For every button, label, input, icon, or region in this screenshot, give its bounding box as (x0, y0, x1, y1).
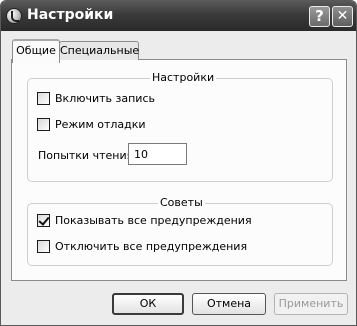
ok-button[interactable]: ОК (112, 293, 184, 315)
app-icon (6, 8, 22, 24)
settings-dialog: Настройки ? ✕ Общие Специальные Настройк… (0, 0, 357, 326)
disable-warnings-row[interactable]: Отключить все предупреждения (37, 240, 247, 253)
disable-warnings-label: Отключить все предупреждения (55, 240, 248, 253)
enable-logging-row[interactable]: Включить запись (37, 92, 155, 105)
enable-logging-label: Включить запись (55, 92, 155, 105)
window-title: Настройки (27, 7, 114, 23)
tips-group (27, 203, 333, 266)
show-warnings-label: Показывать все предупреждения (55, 214, 252, 227)
enable-logging-checkbox[interactable] (37, 92, 50, 105)
read-attempts-input[interactable] (128, 143, 187, 165)
close-button[interactable]: ✕ (332, 6, 353, 27)
debug-mode-label: Режим отладки (55, 118, 146, 131)
tab-general[interactable]: Общие (12, 39, 60, 63)
help-button[interactable]: ? (309, 6, 330, 27)
apply-button[interactable]: Применить (274, 293, 348, 315)
tab-special[interactable]: Специальные (59, 41, 139, 60)
show-warnings-checkbox[interactable] (37, 214, 50, 227)
show-warnings-row[interactable]: Показывать все предупреждения (37, 214, 252, 227)
disable-warnings-checkbox[interactable] (37, 240, 50, 253)
tips-group-title: Советы (158, 196, 205, 209)
debug-mode-row[interactable]: Режим отладки (37, 118, 146, 131)
read-attempts-label: Попытки чтения (38, 149, 134, 162)
cancel-button[interactable]: Отмена (192, 293, 266, 315)
debug-mode-checkbox[interactable] (37, 118, 50, 131)
settings-group-title: Настройки (150, 71, 217, 84)
title-bar[interactable]: Настройки ? ✕ (1, 1, 356, 31)
